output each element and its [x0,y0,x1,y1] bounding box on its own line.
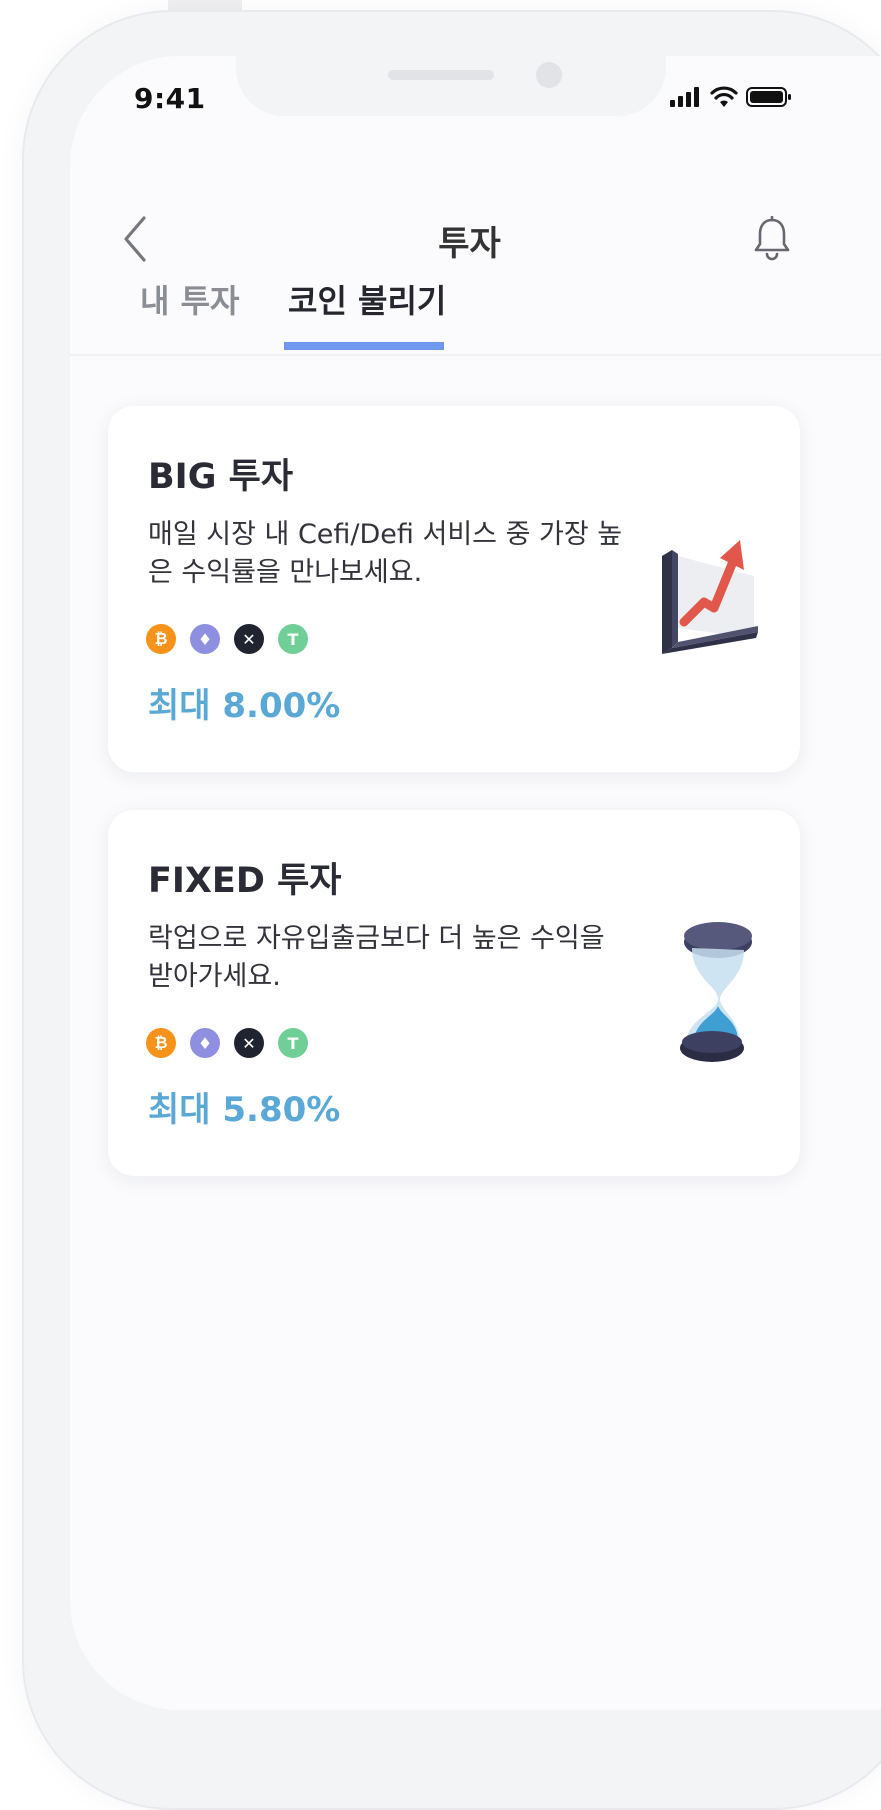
ethereum-icon: ♦ [190,624,220,654]
bitcoin-icon: ₿ [146,1028,176,1058]
hourglass-icon [680,922,752,1062]
big-investment-card[interactable]: BIG 투자 매일 시장 내 Cefi/Defi 서비스 중 가장 높은 수익률… [108,406,800,772]
fixed-investment-card[interactable]: FIXED 투자 락업으로 자유입출금보다 더 높은 수익을 받아가세요. ₿ … [108,810,800,1176]
card-description: 락업으로 자유입출금보다 더 높은 수익을 받아가세요. [148,923,605,992]
bitcoin-icon: ₿ [146,624,176,654]
max-rate: 최대 8.00% [148,686,341,726]
battery-icon [746,87,791,107]
tether-icon: T [278,1028,308,1058]
speaker-grille [388,70,494,80]
xrp-icon: ✕ [234,624,264,654]
supported-coins: ₿ ♦ ✕ T [146,1028,308,1058]
tether-icon: T [278,624,308,654]
top-nav-bar: 투자 [70,156,881,264]
status-time: 9:41 [134,82,206,115]
wifi-icon [710,86,738,107]
active-tab-indicator [284,342,444,350]
phone-notch [236,56,666,116]
max-rate: 최대 5.80% [148,1090,341,1130]
ethereum-icon: ♦ [190,1028,220,1058]
tab-my-investment[interactable]: 내 투자 [140,276,239,356]
front-camera [536,62,562,88]
growth-chart-icon [662,540,758,654]
bell-icon[interactable] [752,216,792,262]
card-title: BIG 투자 [148,457,294,497]
phone-screen: 9:41 투자 내 투자 코인 불리기 BIG 투자 매일 시장 내 Cefi/… [70,56,881,1710]
xrp-icon: ✕ [234,1028,264,1058]
cellular-signal-icon [670,87,699,107]
card-description: 매일 시장 내 Cefi/Defi 서비스 중 가장 높은 수익률을 만나보세요… [148,519,623,588]
status-icons [670,86,792,108]
tab-bar: 내 투자 코인 불리기 [70,276,881,356]
supported-coins: ₿ ♦ ✕ T [146,624,308,654]
card-title: FIXED 투자 [148,861,342,901]
